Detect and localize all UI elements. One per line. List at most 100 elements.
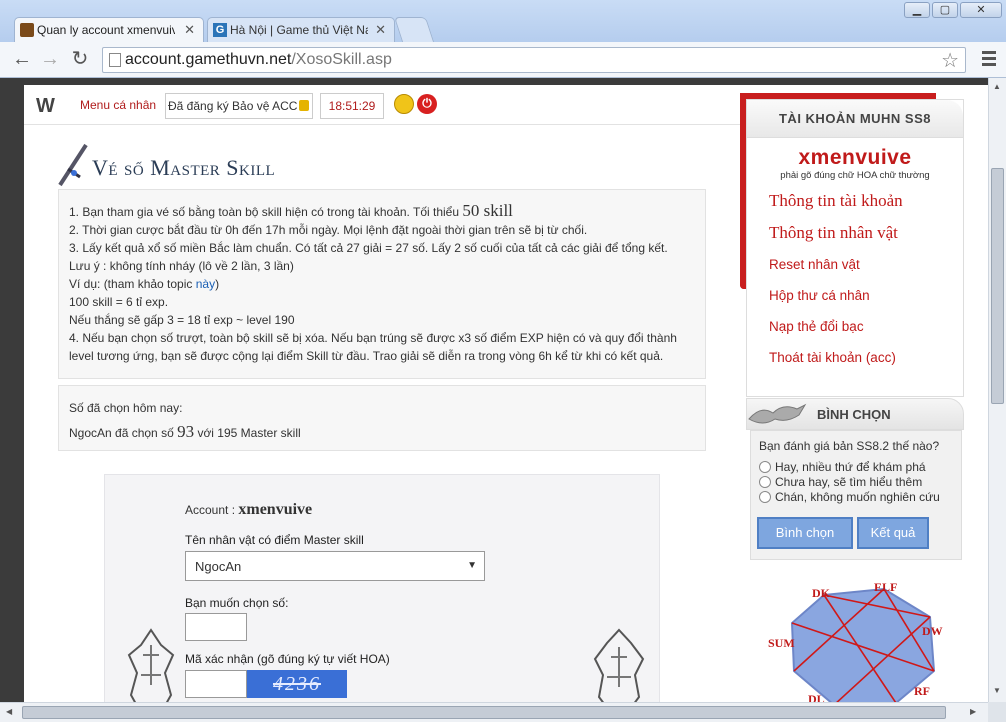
vote-title: BÌNH CHỌN [817,407,891,422]
class-label-elf: ELF [874,580,897,594]
page-title: Vé số Master Skill [92,155,276,180]
captcha-label: Mã xác nhận (gõ đúng ký tự viết HOA) [185,652,390,666]
vote-option[interactable]: Chưa hay, sẽ tìm hiểu thêm [759,474,953,489]
lock-icon [299,100,310,111]
bookmark-star-icon[interactable]: ☆ [941,48,959,73]
game-favicon-icon [20,23,34,37]
captcha-input[interactable] [185,670,247,698]
vertical-scrollbar[interactable]: ▲ ▼ [988,78,1006,702]
page: W Menu cá nhân Đã đăng ký Bảo vệ ACC 18:… [24,85,988,702]
rule-note: Lưu ý : không tính nháy (lô về 2 lần, 3 … [69,259,294,273]
url-text: account.gamethuvn.net/XosoSkill.asp [125,51,392,68]
character-select[interactable]: NgocAn ▼ [185,551,485,581]
forward-arrow-icon[interactable]: → [38,48,62,72]
topup-link[interactable]: Nạp thẻ đổi bạc [747,311,963,342]
class-diagram-image: DK ELF DW RF SUM DL [764,575,952,702]
char-label: Tên nhân vật có điểm Master skill [185,533,364,547]
chosen-heading: Số đã chọn hôm nay: [69,401,183,415]
personal-menu-link[interactable]: Menu cá nhân [80,98,156,112]
radio-button[interactable] [759,460,771,473]
maximize-icon[interactable]: ▢ [932,2,958,18]
page-icon [109,53,121,67]
scroll-down-icon[interactable]: ▼ [993,686,1001,695]
inbox-link[interactable]: Hộp thư cá nhân [747,280,963,311]
browser-toolbar: ← → ↻ account.gamethuvn.net/XosoSkill.as… [0,42,1006,78]
character-info-link[interactable]: Thông tin nhân vật [747,217,963,249]
rule-2: 2. Thời gian cược bắt đầu từ 0h đến 17h … [69,223,588,237]
class-diagram-svg: DK ELF DW RF SUM DL [768,580,943,702]
warrior-left-image [127,628,175,702]
clock: 18:51:29 [320,93,384,119]
dragon-icon [748,403,807,424]
smiley-icon[interactable] [394,94,414,114]
rule-4: 4. Nếu bạn chọn số trượt, toàn bộ skill … [69,331,677,363]
power-icon[interactable]: ⏻ [417,94,437,114]
viewport: W Menu cá nhân Đã đăng ký Bảo vệ ACC 18:… [0,78,988,702]
new-tab-button[interactable] [393,17,435,42]
tab-inactive[interactable]: G Hà Nội | Game thủ Việt Nam ✕ [207,17,395,42]
rules-box: 1. Bạn tham gia vé số bằng toàn bộ skill… [58,189,706,379]
scroll-up-icon[interactable]: ▲ [993,82,1001,91]
sword-icon [58,143,88,187]
g-favicon-icon: G [213,23,227,37]
title-bar: Quan ly account xmenvuive ✕ G Hà Nội | G… [0,0,1006,42]
registration-status: Đã đăng ký Bảo vệ ACC [165,93,313,119]
account-panel-title: TÀI KHOẢN MUHN SS8 [747,100,963,138]
tab-label: Quan ly account xmenvuive [37,23,175,37]
vote-option[interactable]: Chán, không muốn nghiên cứu [759,489,953,504]
captcha-image: 4236 [247,670,347,698]
site-logo[interactable]: W [36,95,55,118]
vote-header: BÌNH CHỌN [746,398,964,430]
rule-1: 1. Bạn tham gia vé số bằng toàn bộ skill… [69,201,513,220]
tab-close-icon[interactable]: ✕ [184,22,195,38]
back-arrow-icon[interactable]: ← [10,48,34,72]
account-line: Account : xmenvuive [185,501,313,518]
rule-example: Ví dụ: (tham khảo topic này) [69,277,220,291]
vote-button[interactable]: Bình chọn [757,517,853,549]
account-panel: TÀI KHOẢN MUHN SS8 xmenvuive phải gõ đún… [746,99,964,397]
logout-link[interactable]: Thoát tài khoản (acc) [747,342,963,373]
class-label-dl: DL [808,692,825,702]
username: xmenvuive [798,146,912,169]
site-topbar: W Menu cá nhân Đã đăng ký Bảo vệ ACC 18:… [24,85,744,125]
tab-close-icon[interactable]: ✕ [375,22,386,38]
scroll-corner [988,702,1006,722]
topic-link[interactable]: này [196,277,215,291]
address-bar[interactable]: account.gamethuvn.net/XosoSkill.asp ☆ [102,47,966,73]
radio-button[interactable] [759,490,771,503]
class-label-dw: DW [922,624,943,638]
example-1: 100 skill = 6 tỉ exp. [69,295,169,309]
reload-icon[interactable]: ↻ [68,48,92,72]
vertical-scroll-thumb[interactable] [991,168,1004,404]
reset-character-link[interactable]: Reset nhân vật [747,249,963,280]
chosen-line: NgocAn đã chọn số 93 với 195 Master skil… [69,422,301,441]
rule-3: 3. Lấy kết quả xổ số miền Bắc làm chuẩn.… [69,241,668,255]
example-2: Nếu thắng sẽ gấp 3 = 18 tỉ exp ~ level 1… [69,313,295,327]
window-controls: ▁ ▢ ✕ [904,2,1002,18]
vote-option[interactable]: Hay, nhiều thứ để khám phá [759,459,953,474]
scroll-right-icon[interactable]: ▶ [970,707,976,716]
minimize-icon[interactable]: ▁ [904,2,930,18]
vote-box: Bạn đánh giá bản SS8.2 thế nào? Hay, nhi… [750,430,962,560]
close-window-icon[interactable]: ✕ [960,2,1002,18]
class-label-dk: DK [812,586,831,600]
result-button[interactable]: Kết quả [857,517,929,549]
username-note: phải gõ đúng chữ HOA chữ thường [780,170,930,181]
radio-button[interactable] [759,475,771,488]
horizontal-scroll-thumb[interactable] [22,706,946,719]
tab-active[interactable]: Quan ly account xmenvuive ✕ [14,17,204,42]
tab-label: Hà Nội | Game thủ Việt Nam [230,23,368,37]
class-label-sum: SUM [768,636,795,650]
warrior-right-image [593,628,645,702]
chrome-menu-icon[interactable] [982,51,996,69]
chosen-today-box: Số đã chọn hôm nay: NgocAn đã chọn số 93… [58,385,706,451]
account-info-link[interactable]: Thông tin tài khoản [747,185,963,217]
horizontal-scrollbar[interactable]: ◀ ▶ [0,702,988,722]
number-input[interactable] [185,613,247,641]
lottery-form: Account : xmenvuive Tên nhân vật có điểm… [104,474,660,702]
class-label-rf: RF [914,684,930,698]
dropdown-arrow-icon: ▼ [467,560,477,571]
number-label: Bạn muốn chọn số: [185,596,289,610]
scroll-left-icon[interactable]: ◀ [6,707,12,716]
vote-question: Bạn đánh giá bản SS8.2 thế nào? [759,439,940,453]
